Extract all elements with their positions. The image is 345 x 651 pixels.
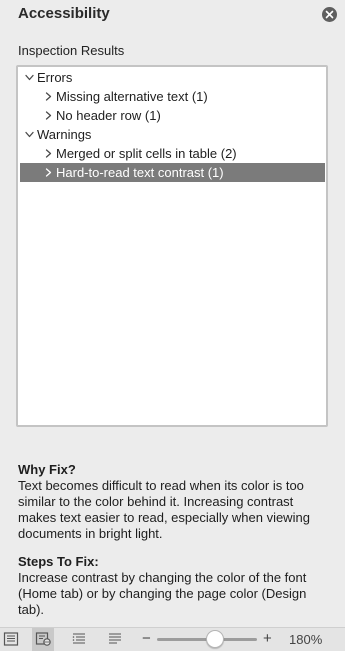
tree-issue-row[interactable]: Hard-to-read text contrast (1) — [20, 163, 325, 182]
zoom-slider-thumb[interactable] — [206, 630, 224, 648]
draft-view-button[interactable] — [104, 628, 126, 651]
inspection-results-tree[interactable]: Errors Missing alternative text (1) No hea… — [16, 65, 328, 427]
steps-to-fix-heading: Steps To Fix: — [18, 554, 99, 569]
chevron-right-icon[interactable] — [44, 149, 53, 158]
print-layout-view-button[interactable] — [0, 628, 22, 651]
tree-issue-row[interactable]: No header row (1) — [20, 106, 325, 125]
zoom-percentage[interactable]: 180% — [289, 632, 322, 647]
why-fix-description: Text becomes difficult to read when its … — [18, 478, 310, 541]
zoom-out-button[interactable]: − — [142, 630, 151, 647]
tree-row-label: Missing alternative text (1) — [56, 89, 208, 104]
close-pane-button[interactable] — [322, 7, 337, 22]
tree-row-label: Merged or split cells in table (2) — [56, 146, 237, 161]
close-icon — [325, 10, 334, 19]
chevron-right-icon[interactable] — [44, 92, 53, 101]
web-layout-icon — [35, 632, 51, 646]
chevron-right-icon[interactable] — [44, 168, 53, 177]
tree-issue-row[interactable]: Missing alternative text (1) — [20, 87, 325, 106]
zoom-slider[interactable] — [157, 630, 257, 648]
tree-row-label: Hard-to-read text contrast (1) — [56, 165, 224, 180]
pane-title: Accessibility — [18, 5, 110, 22]
draft-icon — [109, 633, 121, 644]
inspection-results-label: Inspection Results — [18, 43, 125, 58]
tree-group-row[interactable]: Warnings — [20, 125, 325, 144]
chevron-down-icon[interactable] — [25, 130, 34, 139]
tree-row-label: No header row (1) — [56, 108, 161, 123]
pane-header: Accessibility — [0, 0, 345, 30]
why-fix-heading: Why Fix? — [18, 462, 76, 477]
outline-view-button[interactable] — [68, 628, 90, 651]
steps-to-fix-description: Increase contrast by changing the color … — [18, 570, 307, 617]
tree-row-label: Warnings — [37, 127, 92, 142]
web-layout-view-button[interactable] — [32, 628, 54, 651]
chevron-right-icon[interactable] — [44, 111, 53, 120]
tree-issue-row[interactable]: Merged or split cells in table (2) — [20, 144, 325, 163]
outline-icon — [72, 633, 85, 644]
tree-group-row[interactable]: Errors — [20, 68, 325, 87]
print-layout-icon — [3, 632, 19, 646]
tree-row-label: Errors — [37, 70, 73, 85]
zoom-in-button[interactable]: + — [263, 630, 272, 647]
chevron-down-icon[interactable] — [25, 73, 34, 82]
status-bar: − + 180% — [0, 627, 345, 651]
